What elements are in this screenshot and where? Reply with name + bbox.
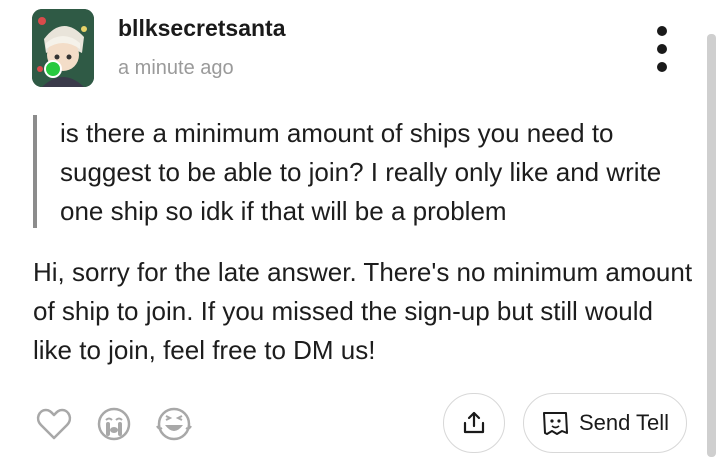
more-vertical-icon	[657, 26, 667, 36]
more-dot	[657, 44, 667, 54]
avatar-image	[32, 9, 94, 87]
cry-reaction-button[interactable]	[94, 404, 134, 444]
more-dot	[657, 62, 667, 72]
ghost-note-icon	[542, 412, 568, 435]
heart-outline-icon	[36, 408, 72, 440]
post-timestamp: a minute ago	[118, 57, 234, 79]
post-username[interactable]: bllksecretsanta	[118, 15, 285, 42]
scrollbar[interactable]	[707, 34, 716, 457]
crying-face-icon	[97, 407, 131, 441]
share-icon	[463, 411, 485, 434]
online-status-dot	[44, 60, 62, 78]
avatar[interactable]	[32, 9, 94, 87]
quote-bar	[33, 115, 37, 228]
laughing-face-icon	[156, 407, 192, 441]
question-text: is there a minimum amount of ships you n…	[60, 118, 662, 226]
send-tell-label: Send Tell	[578, 410, 670, 435]
more-options-button[interactable]	[650, 26, 674, 72]
answer-text: Hi, sorry for the late answer. There's n…	[33, 257, 693, 365]
share-button[interactable]	[443, 393, 505, 453]
laugh-reaction-button[interactable]	[154, 404, 194, 444]
like-button[interactable]	[34, 404, 74, 444]
send-tell-button[interactable]: Send Tell	[523, 393, 687, 453]
